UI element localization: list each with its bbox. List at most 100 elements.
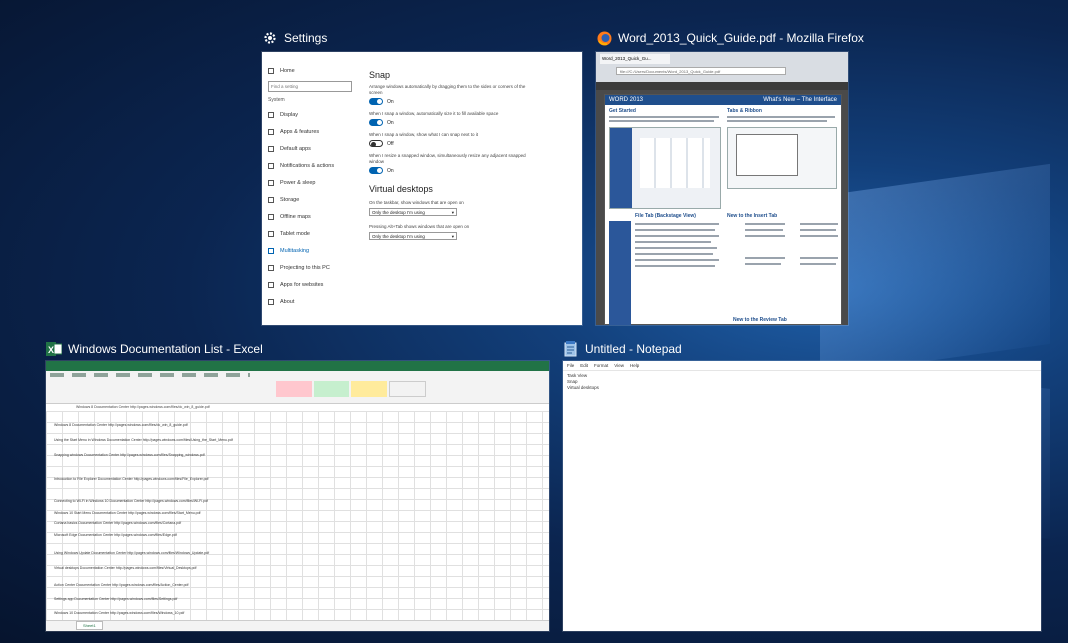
vd-alttab-label: Pressing Alt+Tab shows windows that are … [369, 224, 470, 229]
notifications-icon [268, 162, 274, 169]
menu-help[interactable]: Help [630, 363, 639, 368]
snap-option-desc: When I resize a snapped window, simultan… [369, 153, 526, 164]
sidebar-item-storage[interactable]: Storage [262, 191, 358, 208]
sidebar-item-apps-websites[interactable]: Apps for websites [262, 276, 358, 293]
pdf-section: Get Started [609, 108, 636, 114]
task-view-excel[interactable]: X Windows Documentation List - Excel Win… [46, 341, 549, 631]
settings-nav: Home Find a setting System Display Apps … [262, 62, 358, 325]
menu-file[interactable]: File [567, 363, 574, 368]
settings-content: Snap Arrange windows automatically by dr… [369, 62, 572, 325]
pdf-text-line [609, 116, 719, 118]
firefox-title: Word_2013_Quick_Guide.pdf - Mozilla Fire… [618, 31, 864, 45]
excel-window[interactable]: Windows 8 Documentation Center http://pa… [46, 361, 549, 631]
task-view-settings[interactable]: Settings Home Find a setting System Disp… [262, 30, 582, 325]
firefox-tab[interactable]: Word_2013_Quick_Gu... [600, 54, 670, 64]
notepad-window[interactable]: File Edit Format View Help Task View Sna… [563, 361, 1041, 631]
snap-toggle[interactable]: On [369, 167, 572, 174]
toggle-switch[interactable] [369, 140, 383, 147]
sidebar-item-notifications[interactable]: Notifications & actions [262, 157, 358, 174]
firefox-window[interactable]: Word_2013_Quick_Gu... file:///C:/Users/D… [596, 52, 848, 325]
virtual-desktops-heading: Virtual desktops [369, 184, 433, 194]
table-row[interactable]: Using the Start Menu in Windows Document… [54, 438, 233, 442]
gear-icon [262, 30, 278, 46]
settings-home[interactable]: Home [262, 62, 358, 79]
table-row[interactable]: Settings app Documentation Center http:/… [54, 597, 177, 601]
sidebar-item-offline-maps[interactable]: Offline maps [262, 208, 358, 225]
tablet-icon [268, 230, 274, 237]
sidebar-item-apps[interactable]: Apps & features [262, 123, 358, 140]
pdf-text-line [635, 265, 715, 267]
sheet-tab[interactable]: Sheet1 [76, 621, 103, 630]
settings-window[interactable]: Home Find a setting System Display Apps … [262, 52, 582, 325]
pdf-text-line [635, 229, 715, 231]
info-icon [268, 298, 274, 305]
sidebar-item-tablet-mode[interactable]: Tablet mode [262, 225, 358, 242]
settings-search-input[interactable]: Find a setting [268, 81, 352, 92]
firefox-url-bar[interactable]: file:///C:/Users/Documents/Word_2013_Qui… [616, 67, 786, 75]
toggle-switch[interactable] [369, 119, 383, 126]
table-row[interactable]: Microsoft Edge Documentation Center http… [54, 533, 177, 537]
excel-title: Windows Documentation List - Excel [68, 342, 263, 356]
task-view-firefox[interactable]: Word_2013_Quick_Guide.pdf - Mozilla Fire… [596, 30, 864, 325]
pdf-text-line [609, 120, 714, 122]
snap-toggle[interactable]: On [369, 98, 572, 105]
pdf-text-line [635, 253, 713, 255]
sidebar-item-power[interactable]: Power & sleep [262, 174, 358, 191]
pdf-screenshot-image [727, 127, 837, 189]
power-icon [268, 179, 274, 186]
pdf-section: New to the Insert Tab [727, 213, 778, 219]
sidebar-item-multitasking[interactable]: Multitasking [262, 242, 358, 259]
table-row[interactable]: Using Windows Update Documentation Cente… [54, 551, 209, 555]
table-row[interactable]: Windows 8 Documentation Center http://pa… [54, 423, 188, 427]
pdf-text-line [745, 257, 785, 259]
toggle-switch[interactable] [369, 167, 383, 174]
sidebar-item-about[interactable]: About [262, 293, 358, 310]
task-view-notepad[interactable]: Untitled - Notepad File Edit Format View… [563, 341, 1041, 631]
settings-title: Settings [284, 31, 328, 45]
sidebar-item-display[interactable]: Display [262, 106, 358, 123]
vd-alttab-dropdown[interactable]: Only the desktop I'm using ▾ [369, 232, 457, 240]
table-row[interactable]: Cortana basics Documentation Center http… [54, 521, 181, 525]
pdf-page: WORD 2013 What's New – The Interface Get … [604, 94, 842, 325]
firefox-toolbar: Word_2013_Quick_Gu... file:///C:/Users/D… [596, 52, 848, 82]
table-row[interactable]: Introduction to File Explorer Documentat… [54, 477, 208, 481]
table-row[interactable]: Windows 10 Documentation Center http://p… [54, 611, 184, 615]
excel-icon: X [46, 341, 62, 357]
pdf-text-line [635, 241, 711, 243]
pdf-text-line [635, 247, 717, 249]
table-row[interactable]: Virtual desktops Documentation Center ht… [54, 566, 196, 570]
excel-window-titlebar [46, 361, 549, 371]
toggle-switch[interactable] [369, 98, 383, 105]
snap-option-desc: Arrange windows automatically by draggin… [369, 84, 526, 95]
snap-option-desc: When I snap a window, automatically size… [369, 111, 499, 116]
map-icon [268, 213, 274, 220]
excel-status-bar: Sheet1 [46, 620, 549, 631]
table-row[interactable]: Connecting to Wi-Fi in Windows 10 Docume… [54, 499, 208, 503]
pdf-text-line [800, 257, 838, 259]
excel-grid[interactable]: Windows 8 Documentation Center http://pa… [46, 411, 549, 621]
table-row[interactable]: Windows 10 Start Menu Documentation Cent… [54, 511, 201, 515]
home-icon [268, 67, 274, 74]
menu-edit[interactable]: Edit [580, 363, 588, 368]
pdf-text-line [800, 235, 838, 237]
pdf-header: WORD 2013 What's New – The Interface [605, 95, 841, 105]
display-icon [268, 111, 274, 118]
sidebar-item-default-apps[interactable]: Default apps [262, 140, 358, 157]
apps-icon [268, 128, 274, 135]
menu-view[interactable]: View [614, 363, 624, 368]
menu-format[interactable]: Format [594, 363, 608, 368]
snap-toggle[interactable]: Off [369, 140, 572, 147]
chevron-down-icon: ▾ [451, 234, 454, 239]
storage-icon [268, 196, 274, 203]
table-row[interactable]: Snapping windows Documentation Center ht… [54, 453, 205, 457]
notepad-menu-bar: File Edit Format View Help [563, 361, 1041, 371]
sidebar-item-projecting[interactable]: Projecting to this PC [262, 259, 358, 276]
pdf-text-line [727, 116, 835, 118]
notepad-text-area[interactable]: Task View Snap Virtual desktops [567, 373, 599, 391]
vd-taskbar-dropdown[interactable]: Only the desktop I'm using ▾ [369, 208, 457, 216]
firefox-title-bar: Word_2013_Quick_Guide.pdf - Mozilla Fire… [596, 30, 864, 46]
cell-styles[interactable] [276, 381, 426, 397]
vd-taskbar-label: On the taskbar, show windows that are op… [369, 200, 464, 205]
table-row[interactable]: Action Center Documentation Center http:… [54, 583, 188, 587]
snap-toggle[interactable]: On [369, 119, 572, 126]
